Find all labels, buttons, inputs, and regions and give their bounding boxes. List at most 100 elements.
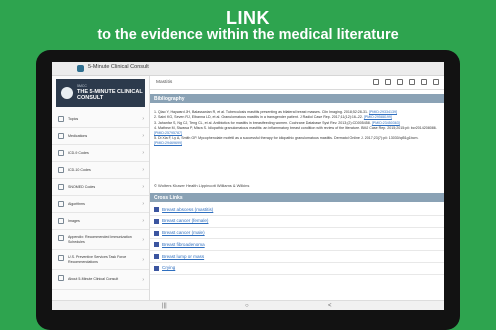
sidebar-item-icon bbox=[58, 150, 64, 156]
chevron-right-icon: › bbox=[142, 116, 144, 122]
sidebar-item-label: ICD-10 Codes bbox=[68, 167, 91, 172]
promo-subtitle: to the evidence within the medical liter… bbox=[97, 27, 399, 43]
sidebar-item-icon bbox=[58, 133, 64, 139]
sidebar-item-label: Images bbox=[68, 218, 80, 223]
chevron-right-icon: › bbox=[142, 150, 144, 156]
sidebar-item-icon bbox=[58, 116, 64, 122]
sidebar-item[interactable]: SNOMED Codes › bbox=[52, 179, 149, 196]
sidebar-item-icon bbox=[58, 275, 64, 281]
sidebar-item[interactable]: Appendix: Recommended Immunization Sched… bbox=[52, 230, 149, 250]
logo-title: THE 5-MINUTE CLINICAL CONSULT bbox=[77, 89, 143, 101]
reference-text: 2. Saini KG, Seven RJ, Elbanna LD, et al… bbox=[154, 115, 363, 120]
sidebar-item-label: About 5-Minute Clinical Consult bbox=[68, 277, 119, 282]
home-button[interactable]: ○ bbox=[245, 303, 249, 309]
sidebar-item[interactable]: ICD-9 Codes › bbox=[52, 145, 149, 162]
link-icon bbox=[154, 254, 159, 260]
sidebar-item[interactable]: Topics › bbox=[52, 111, 149, 128]
cross-link-item[interactable]: Crying bbox=[150, 263, 444, 275]
chevron-right-icon: › bbox=[142, 276, 144, 283]
sidebar-item[interactable]: U.S. Preventive Services Task Force Reco… bbox=[52, 250, 149, 270]
cross-link-item[interactable]: Breast lump or mass bbox=[150, 251, 444, 263]
cross-link-label[interactable]: Breast cancer (male) bbox=[162, 230, 205, 235]
chevron-right-icon: › bbox=[142, 218, 144, 224]
sidebar-item-label: Algorithms bbox=[68, 201, 85, 206]
print-icon[interactable] bbox=[421, 79, 427, 85]
cross-link-item[interactable]: Breast abscess (mastitis) bbox=[150, 204, 444, 216]
toolbar bbox=[373, 79, 439, 85]
sidebar-item-icon bbox=[58, 255, 64, 261]
cross-link-item[interactable]: Breast fibroadenoma bbox=[150, 239, 444, 252]
cross-link-item[interactable]: Breast cancer (male) bbox=[150, 228, 444, 240]
app-logo: 5MCC THE 5-MINUTE CLINICAL CONSULT bbox=[56, 79, 145, 107]
app-title: 5-Minute Clinical Consult bbox=[88, 64, 149, 70]
logo-emblem-icon bbox=[61, 87, 73, 99]
sidebar-item-label: Medications bbox=[68, 133, 88, 138]
chevron-right-icon: › bbox=[142, 201, 144, 207]
chevron-right-icon: › bbox=[142, 167, 144, 173]
bibliography-heading: Bibliography bbox=[154, 96, 185, 102]
breadcrumb: Mastitis bbox=[156, 80, 173, 85]
reference-list: 1. Qiao Y, Hayward JH, Balassanian R, et… bbox=[154, 110, 438, 146]
promo-title: LINK bbox=[226, 8, 270, 28]
reference-item: 3. Jahanfar S, Ng CJ, Teng CL, et al. An… bbox=[154, 121, 438, 126]
sidebar-item[interactable]: ICD-10 Codes › bbox=[52, 162, 149, 179]
reference-text: 1. Qiao Y, Hayward JH, Balassanian R, et… bbox=[154, 110, 369, 114]
cross-links-heading: Cross Links bbox=[154, 195, 183, 201]
breadcrumb-bar: Mastitis bbox=[150, 76, 444, 90]
cross-link-label[interactable]: Breast cancer (female) bbox=[162, 218, 208, 223]
android-navbar: ||| ○ < bbox=[52, 300, 444, 310]
sidebar-item-icon bbox=[58, 218, 64, 224]
sidebar-item-icon bbox=[58, 235, 64, 241]
chevron-right-icon: › bbox=[142, 236, 144, 243]
sidebar-item-label: Topics bbox=[68, 116, 79, 121]
reference-item: 2. Saini KG, Seven RJ, Elbanna LD, et al… bbox=[154, 115, 438, 120]
bibliography-header: Bibliography bbox=[150, 94, 444, 103]
sidebar: 5MCC THE 5-MINUTE CLINICAL CONSULT Topic… bbox=[52, 76, 150, 310]
app-icon bbox=[77, 65, 84, 72]
bookmark-icon[interactable] bbox=[385, 79, 391, 85]
publisher-credit: © Wolters Kluwer Health Lippincott Willi… bbox=[154, 183, 250, 188]
reference-text: 4. Mathew M, Siwawa P, Misra S. Idiopath… bbox=[154, 126, 437, 131]
reference-item: 4. Mathew M, Siwawa P, Misra S. Idiopath… bbox=[154, 126, 438, 135]
sidebar-item[interactable]: Images › bbox=[52, 213, 149, 230]
reference-item: 1. Qiao Y, Hayward JH, Balassanian R, et… bbox=[154, 110, 438, 115]
search-icon[interactable] bbox=[373, 79, 379, 85]
sidebar-item-label: ICD-9 Codes bbox=[68, 150, 89, 155]
back-button[interactable]: < bbox=[328, 303, 332, 309]
link-icon bbox=[154, 207, 159, 212]
share-icon[interactable] bbox=[397, 79, 403, 85]
reference-text: 3. Jahanfar S, Ng CJ, Teng CL, et al. An… bbox=[154, 120, 371, 125]
cross-link-label[interactable]: Breast lump or mass bbox=[162, 254, 204, 259]
reference-text: 5. Di Xia F, Ly A, Smith GP. Mycophenola… bbox=[154, 136, 419, 141]
chevron-right-icon: › bbox=[142, 184, 144, 190]
link-icon bbox=[154, 242, 159, 248]
sidebar-item-label: SNOMED Codes bbox=[68, 184, 96, 189]
pmid-link[interactable]: [PMID:29469699] bbox=[154, 141, 182, 145]
recents-button[interactable]: ||| bbox=[162, 303, 167, 309]
more-icon[interactable] bbox=[433, 79, 439, 85]
sidebar-item[interactable]: Algorithms › bbox=[52, 196, 149, 213]
pmid-link[interactable]: [PMID:29588199] bbox=[364, 115, 392, 119]
sidebar-item-label: Appendix: Recommended Immunization Sched… bbox=[68, 235, 132, 244]
sidebar-item[interactable]: About 5-Minute Clinical Consult › bbox=[52, 270, 149, 290]
app-screen: 5-Minute Clinical Consult 5MCC THE 5-MIN… bbox=[52, 62, 444, 310]
cross-links-list: Breast abscess (mastitis) Breast cancer (… bbox=[150, 204, 444, 275]
pmid-link[interactable]: [PMID:29334139] bbox=[369, 110, 397, 114]
sidebar-item[interactable]: Medications › bbox=[52, 128, 149, 145]
app-title-bar: 5-Minute Clinical Consult bbox=[52, 62, 444, 76]
pmid-link[interactable]: [PMID:23450363] bbox=[372, 121, 400, 125]
pmid-link[interactable]: [PMID:25795787] bbox=[154, 131, 182, 135]
sidebar-item-label: U.S. Preventive Services Task Force Reco… bbox=[68, 255, 127, 264]
sidebar-item-icon bbox=[58, 201, 64, 207]
link-icon bbox=[154, 218, 159, 224]
note-icon[interactable] bbox=[409, 79, 415, 85]
cross-link-item[interactable]: Breast cancer (female) bbox=[150, 216, 444, 228]
cross-link-label[interactable]: Crying bbox=[162, 265, 175, 270]
cross-link-label[interactable]: Breast fibroadenoma bbox=[162, 242, 205, 247]
cross-link-label[interactable]: Breast abscess (mastitis) bbox=[162, 207, 213, 212]
link-icon bbox=[154, 265, 159, 271]
sidebar-menu: Topics › Medications › ICD-9 Codes › ICD-10 Co… bbox=[52, 111, 149, 290]
sidebar-item-icon bbox=[58, 167, 64, 173]
main-content: Mastitis Bibliography 1. Qiao Y, Hayward… bbox=[150, 76, 444, 310]
chevron-right-icon: › bbox=[142, 256, 144, 263]
